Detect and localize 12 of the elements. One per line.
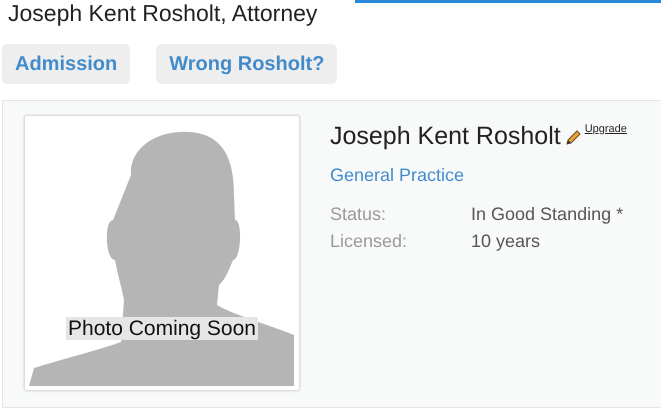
detail-label: Licensed:: [330, 231, 408, 252]
action-button[interactable]: Admission: [2, 44, 130, 84]
pencil-icon[interactable]: [564, 129, 582, 147]
action-button[interactable]: Wrong Rosholt?: [156, 44, 338, 84]
practice-area-link[interactable]: General Practice: [330, 163, 627, 187]
page-title: Joseph Kent Rosholt, Attorney: [8, 0, 318, 26]
detail-value: In Good Standing *: [471, 204, 624, 225]
photo-caption: Photo Coming Soon: [66, 317, 258, 340]
detail-label: Status:: [330, 204, 388, 225]
attorney-name: Joseph Kent Rosholt: [330, 121, 561, 152]
upgrade-link[interactable]: Upgrade: [584, 123, 627, 135]
detail-value: 10 years: [471, 231, 542, 252]
